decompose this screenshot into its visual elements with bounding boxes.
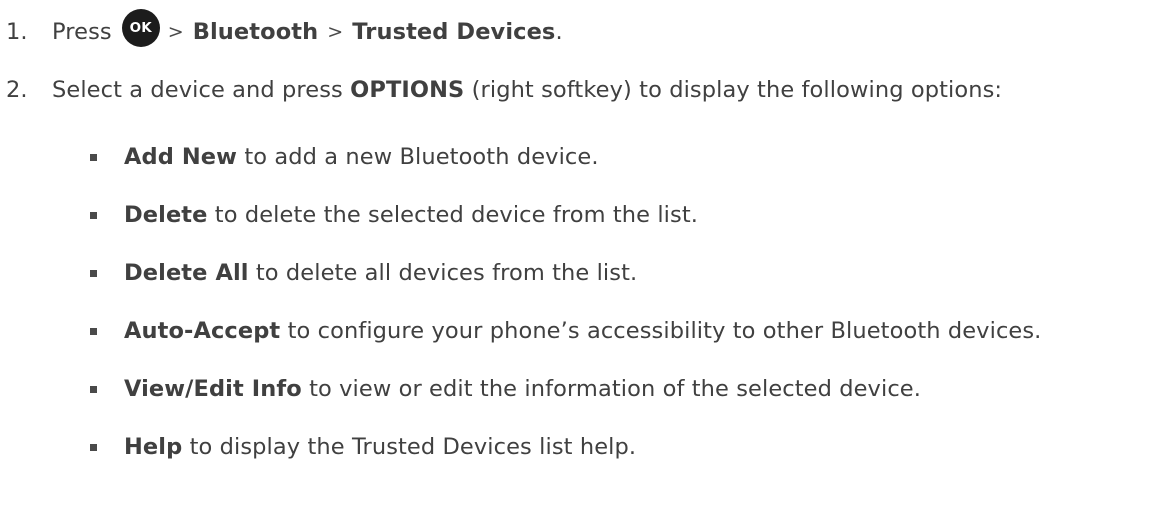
step-text-select: Select a device and press [52, 77, 343, 103]
path-trusted-devices: Trusted Devices [352, 19, 556, 45]
instructions-page: 1. Press OK > Bluetooth > Trusted Device… [0, 0, 1166, 514]
option-add-new: Add New to add a new Bluetooth device. [90, 128, 1041, 186]
option-description: to add a new Bluetooth device. [244, 144, 599, 170]
option-term: Add New [124, 144, 238, 170]
option-description: to display the Trusted Devices list help… [189, 434, 637, 460]
option-term: Delete All [124, 260, 249, 286]
step-text-display: (right softkey) to display the following… [471, 77, 1003, 103]
option-help: Help to display the Trusted Devices list… [90, 418, 1041, 476]
option-description: to configure your phone’s accessibility … [287, 318, 1042, 344]
path-separator: > [167, 21, 184, 43]
option-term: Help [124, 434, 183, 460]
option-description: to view or edit the information of the s… [309, 376, 921, 402]
option-view-edit-info: View/Edit Info to view or edit the infor… [90, 360, 1041, 418]
square-bullet-icon [90, 211, 97, 219]
square-bullet-icon [90, 443, 97, 451]
option-delete: Delete to delete the selected device fro… [90, 186, 1041, 244]
square-bullet-icon [90, 153, 97, 161]
options-softkey-label: OPTIONS [350, 77, 465, 103]
option-auto-accept: Auto-Accept to configure your phone’s ac… [90, 302, 1041, 360]
path-bluetooth: Bluetooth [192, 19, 319, 45]
step-1: 1. Press OK > Bluetooth > Trusted Device… [6, 9, 563, 54]
ok-key-label: OK [129, 20, 152, 36]
square-bullet-icon [90, 385, 97, 393]
step-text-press: Press [52, 19, 112, 45]
square-bullet-icon [90, 269, 97, 277]
option-description: to delete the selected device from the l… [214, 202, 699, 228]
step-number: 1. [6, 19, 28, 45]
option-delete-all: Delete All to delete all devices from th… [90, 244, 1041, 302]
step-number: 2. [6, 77, 28, 103]
path-separator: > [327, 21, 344, 43]
option-term: Delete [124, 202, 208, 228]
option-term: Auto-Accept [124, 318, 281, 344]
option-term: View/Edit Info [124, 376, 302, 402]
ok-key-icon: OK [121, 9, 160, 47]
square-bullet-icon [90, 327, 97, 335]
options-list: Add New to add a new Bluetooth device. D… [90, 128, 1041, 476]
option-description: to delete all devices from the list. [255, 260, 638, 286]
step-2: 2. Select a device and press OPTIONS (ri… [6, 68, 1002, 112]
step-period: . [555, 19, 563, 45]
